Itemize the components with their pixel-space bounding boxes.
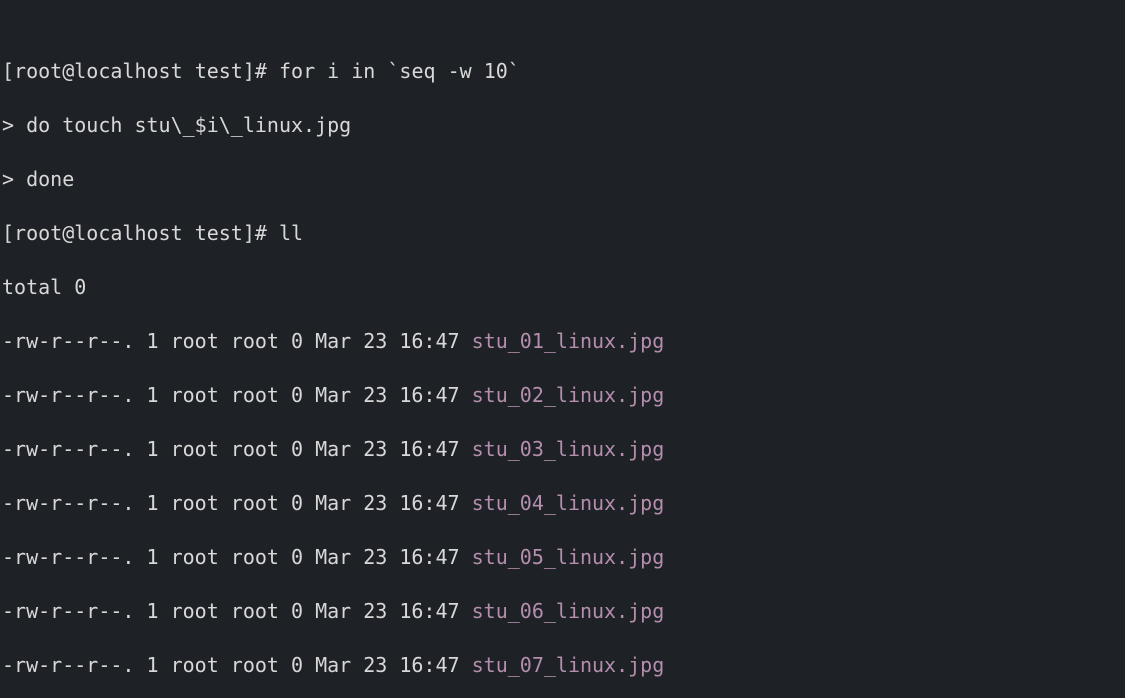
command-do: do touch stu\_$i\_linux.jpg: [26, 113, 351, 137]
ls-row: -rw-r--r--. 1 root root 0 Mar 23 16:47 s…: [2, 490, 1125, 517]
ls-meta: -rw-r--r--. 1 root root 0 Mar 23 16:47: [2, 599, 472, 623]
command-for: for i in `seq -w 10`: [279, 59, 520, 83]
ls-filename: stu_03_linux.jpg: [472, 437, 665, 461]
ls-row: -rw-r--r--. 1 root root 0 Mar 23 16:47 s…: [2, 436, 1125, 463]
ls-row: -rw-r--r--. 1 root root 0 Mar 23 16:47 s…: [2, 382, 1125, 409]
prompt-symbol: #: [255, 59, 279, 83]
prompt-user: root: [14, 59, 62, 83]
ls-meta: -rw-r--r--. 1 root root 0 Mar 23 16:47: [2, 383, 472, 407]
cmd-line-done: > done: [2, 166, 1125, 193]
prompt-at: @: [62, 59, 74, 83]
ls-meta: -rw-r--r--. 1 root root 0 Mar 23 16:47: [2, 329, 472, 353]
ls-filename: stu_04_linux.jpg: [472, 491, 665, 515]
command-ll: ll: [279, 221, 303, 245]
cmd-line-for: [root@localhost test]# for i in `seq -w …: [2, 58, 1125, 85]
total-line-1: total 0: [2, 274, 1125, 301]
ls-filename: stu_01_linux.jpg: [472, 329, 665, 353]
ls-filename: stu_07_linux.jpg: [472, 653, 665, 677]
prompt-host: localhost: [74, 59, 182, 83]
ls-meta: -rw-r--r--. 1 root root 0 Mar 23 16:47: [2, 545, 472, 569]
prompt-open: [: [2, 59, 14, 83]
ls-meta: -rw-r--r--. 1 root root 0 Mar 23 16:47: [2, 437, 472, 461]
cmd-line-do: > do touch stu\_$i\_linux.jpg: [2, 112, 1125, 139]
continuation-prompt: >: [2, 113, 26, 137]
ls-filename: stu_02_linux.jpg: [472, 383, 665, 407]
prompt-close: ]: [243, 59, 255, 83]
ls-filename: stu_06_linux.jpg: [472, 599, 665, 623]
ls-filename: stu_05_linux.jpg: [472, 545, 665, 569]
command-done: done: [26, 167, 74, 191]
ls-meta: -rw-r--r--. 1 root root 0 Mar 23 16:47: [2, 653, 472, 677]
prompt-path: test: [195, 59, 243, 83]
continuation-prompt: >: [2, 167, 26, 191]
cmd-line-ll-1: [root@localhost test]# ll: [2, 220, 1125, 247]
ls-row: -rw-r--r--. 1 root root 0 Mar 23 16:47 s…: [2, 328, 1125, 355]
ls-meta: -rw-r--r--. 1 root root 0 Mar 23 16:47: [2, 491, 472, 515]
ls-row: -rw-r--r--. 1 root root 0 Mar 23 16:47 s…: [2, 544, 1125, 571]
terminal[interactable]: [root@localhost test]# for i in `seq -w …: [0, 0, 1125, 698]
ls-row: -rw-r--r--. 1 root root 0 Mar 23 16:47 s…: [2, 652, 1125, 679]
ls-row: -rw-r--r--. 1 root root 0 Mar 23 16:47 s…: [2, 598, 1125, 625]
